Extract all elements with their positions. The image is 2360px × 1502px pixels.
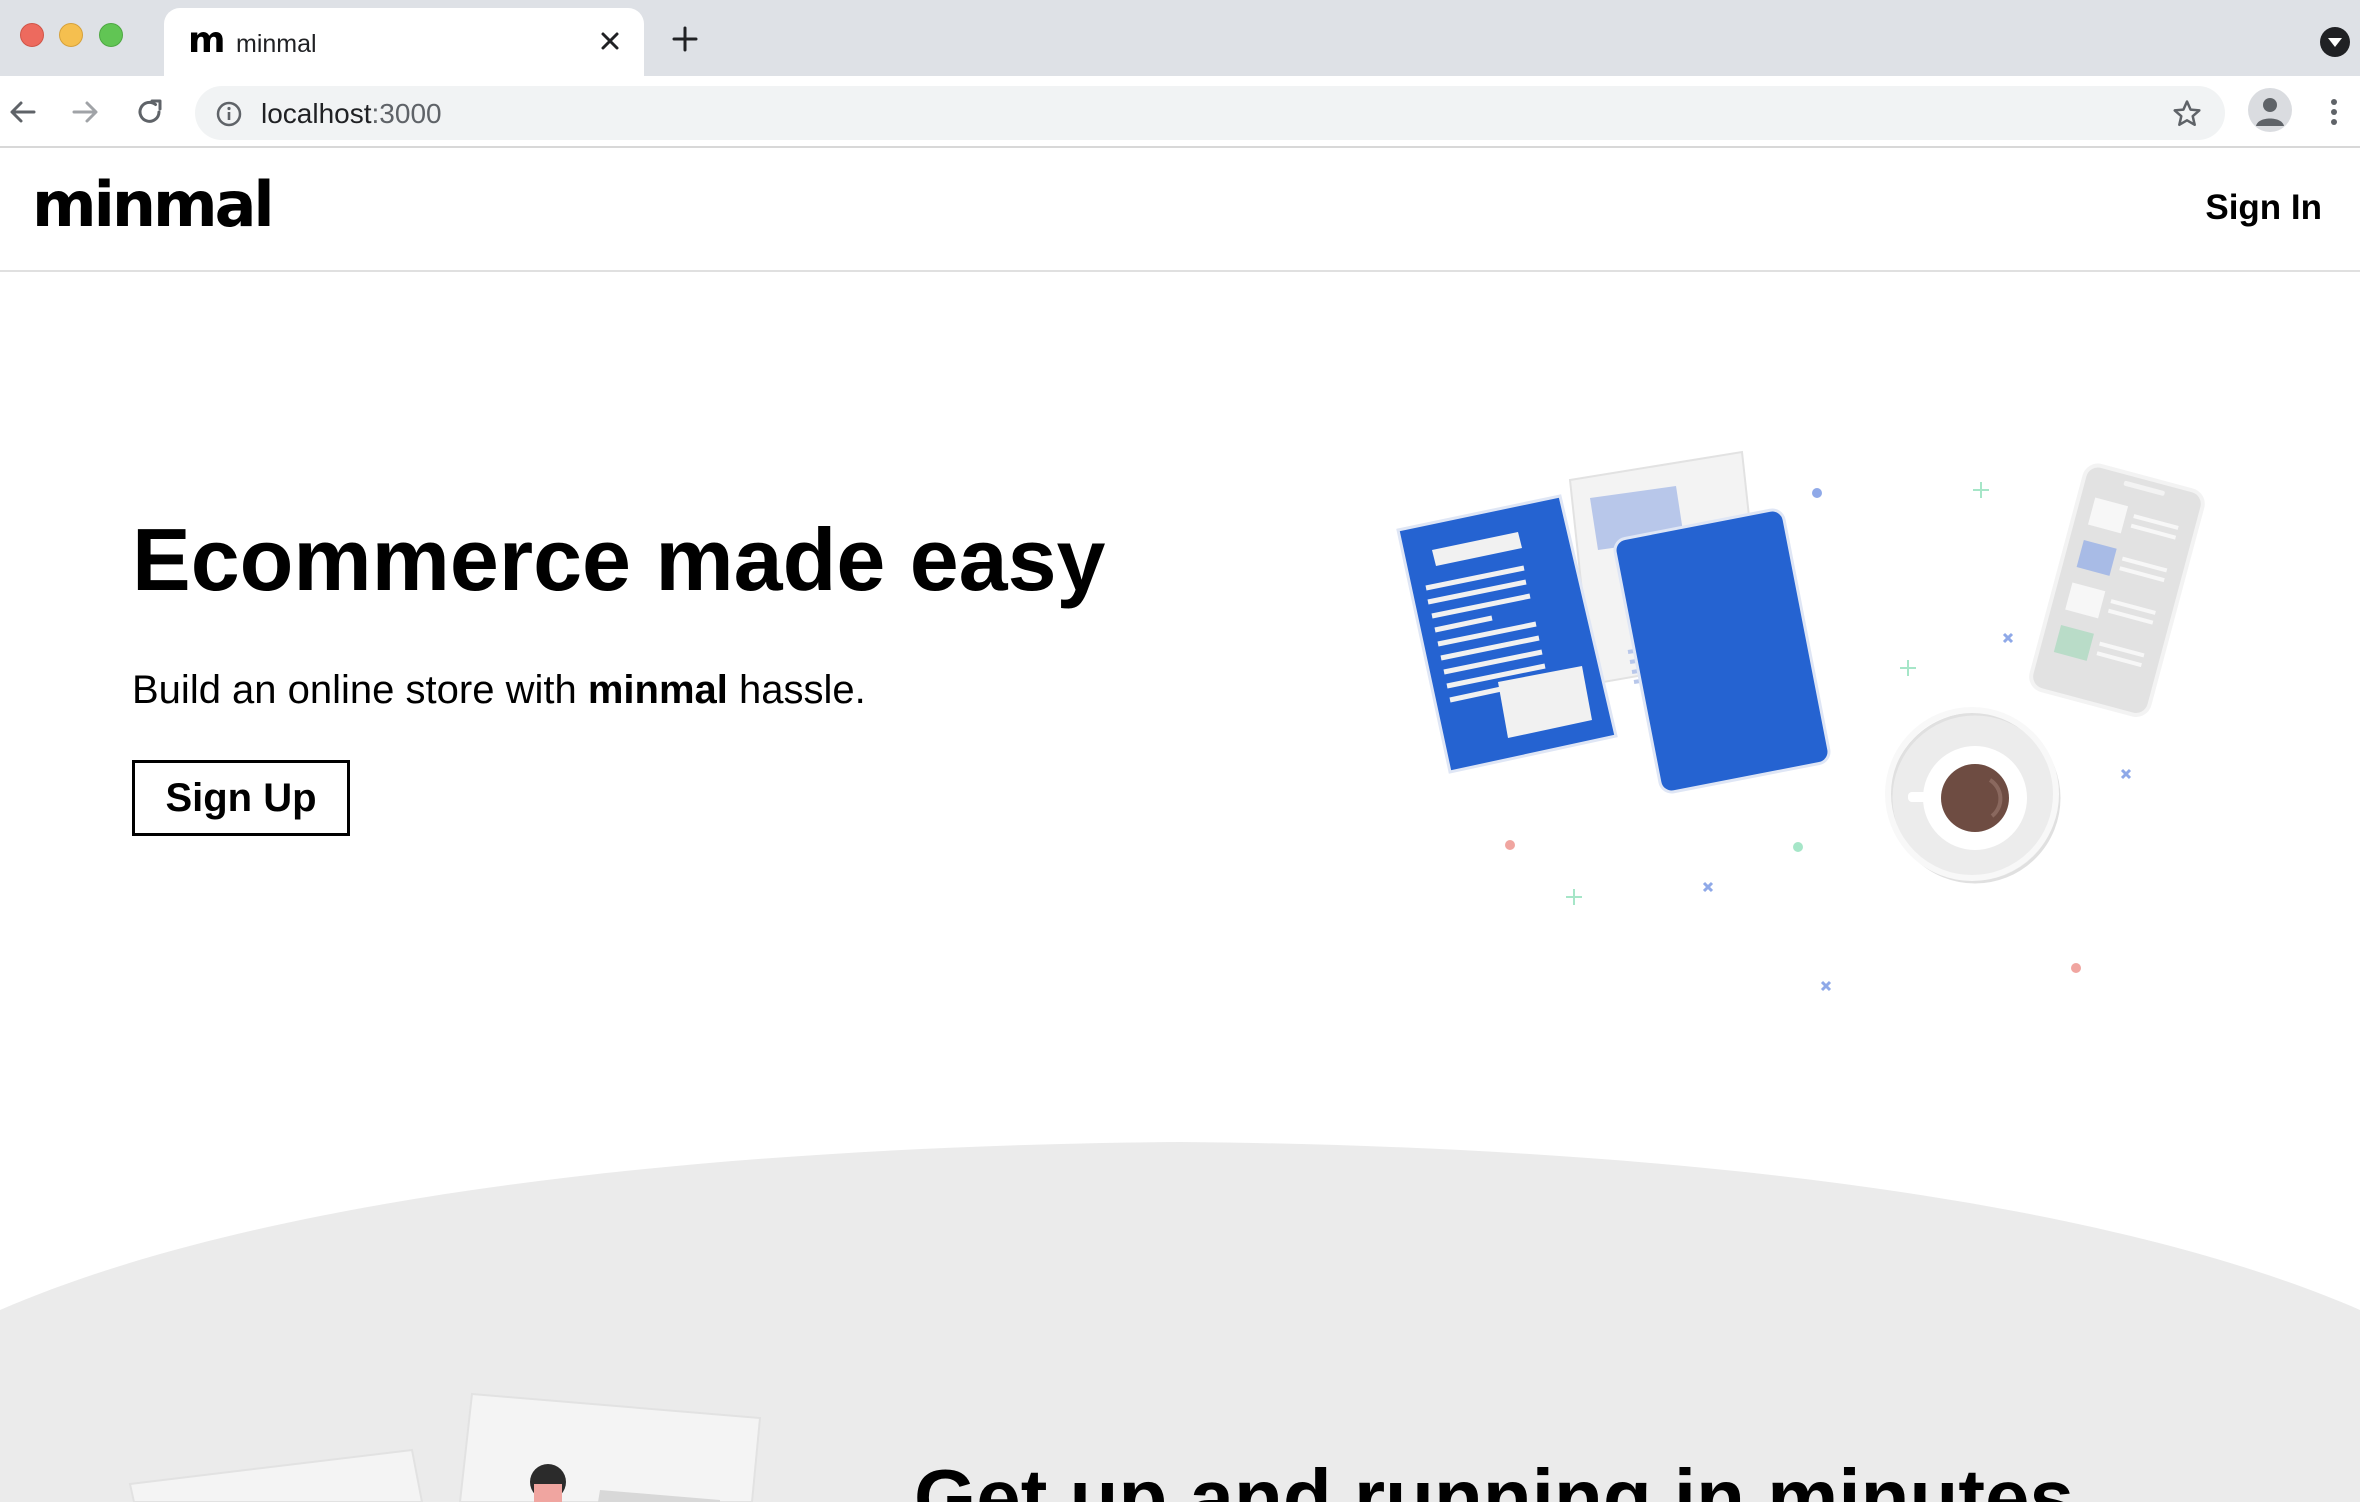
profile-icon[interactable]	[2248, 88, 2292, 132]
site-header: minmal Sign In	[0, 150, 2360, 272]
minmal-favicon-icon: m	[188, 20, 226, 61]
hero-title: Ecommerce made easy	[132, 510, 1106, 609]
tab-title: minmal	[236, 30, 317, 58]
kebab-menu-icon[interactable]	[2322, 96, 2346, 128]
person-icon	[530, 1464, 566, 1502]
reload-icon[interactable]	[133, 95, 167, 129]
sign-up-button[interactable]: Sign Up	[132, 760, 350, 836]
plus-icon[interactable]	[670, 24, 700, 54]
coffee-cup-icon	[1885, 707, 2061, 884]
back-arrow-icon[interactable]	[6, 95, 40, 129]
logo[interactable]: minmal	[32, 170, 275, 240]
browser-tab-strip: m minmal	[0, 0, 2360, 76]
minimize-window-button[interactable]	[59, 23, 83, 47]
hero-subtitle: Build an online store with minmal hassle…	[132, 668, 866, 712]
browser-toolbar: localhost:3000	[0, 76, 2360, 148]
close-icon[interactable]	[596, 27, 624, 55]
phone-icon	[2029, 463, 2205, 717]
browser-tab[interactable]: m minmal	[164, 8, 644, 76]
forward-arrow-icon[interactable]	[68, 95, 102, 129]
sign-in-link[interactable]: Sign In	[2205, 188, 2322, 228]
url-text[interactable]: localhost:3000	[261, 98, 442, 130]
info-icon[interactable]	[215, 100, 243, 128]
section-title: Get up and running in minutes	[914, 1453, 2074, 1502]
address-bar[interactable]: localhost:3000	[195, 86, 2225, 140]
hero-illustration	[1396, 450, 2205, 992]
tablet-icon	[1613, 508, 1831, 794]
close-window-button[interactable]	[20, 23, 44, 47]
section-illustration	[128, 1392, 762, 1502]
maximize-window-button[interactable]	[99, 23, 123, 47]
star-icon[interactable]	[2171, 98, 2203, 130]
tab-search-icon[interactable]	[2320, 27, 2350, 57]
